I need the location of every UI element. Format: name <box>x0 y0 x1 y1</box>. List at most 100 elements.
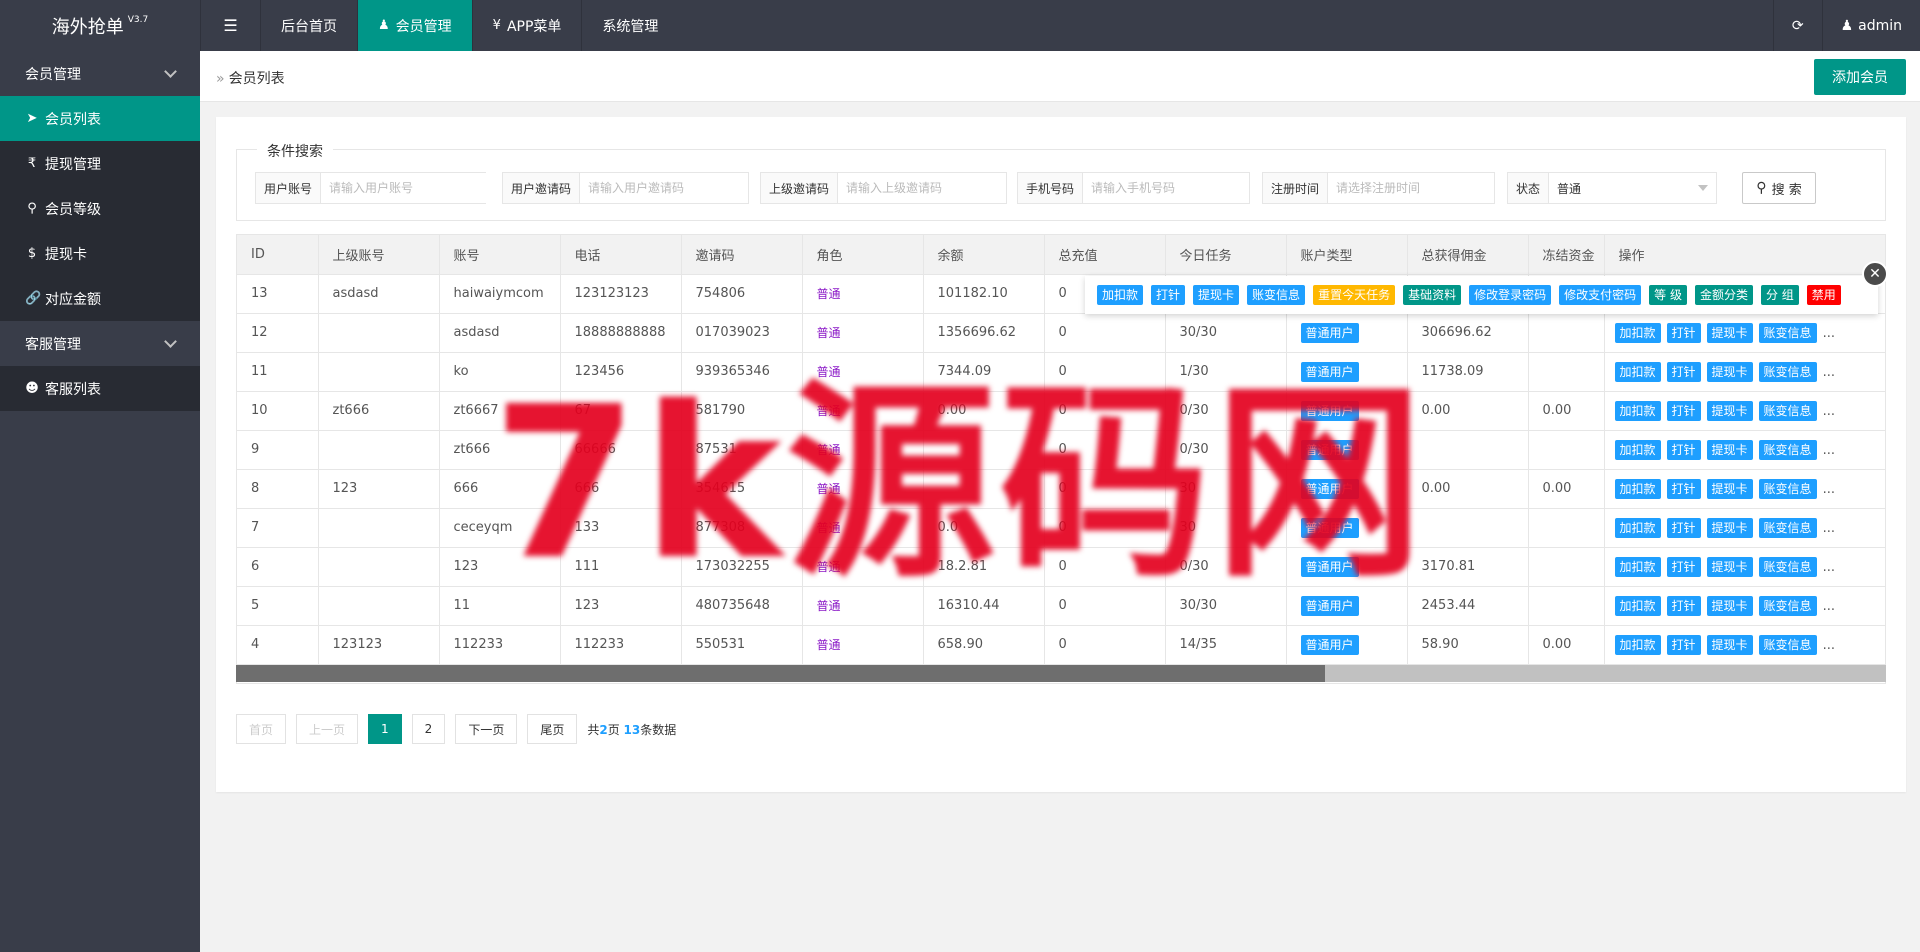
row-action-button[interactable]: 加扣款 <box>1614 400 1661 421</box>
popup-action-button[interactable]: 修改支付密码 <box>1559 285 1642 305</box>
sidebar-item-service-list[interactable]: ☻ 客服列表 <box>0 366 200 411</box>
more-actions-button[interactable]: ... <box>1823 599 1835 614</box>
row-action-button[interactable]: 提现卡 <box>1706 556 1753 577</box>
pager-last[interactable]: 尾页 <box>527 714 578 744</box>
invite-code-input[interactable] <box>580 173 748 203</box>
popup-action-button[interactable]: 修改登录密码 <box>1469 285 1552 305</box>
pager-page-2[interactable]: 2 <box>411 714 446 744</box>
row-action-button[interactable]: 加扣款 <box>1614 439 1661 460</box>
pager-first[interactable]: 首页 <box>236 714 287 744</box>
more-actions-button[interactable]: ... <box>1823 521 1835 536</box>
more-actions-button[interactable]: ... <box>1823 443 1835 458</box>
add-member-button[interactable]: 添加会员 <box>1814 59 1906 95</box>
table-cell: 普通 <box>802 430 924 470</box>
row-action-button[interactable]: 提现卡 <box>1706 634 1753 655</box>
row-action-button[interactable]: 提现卡 <box>1706 361 1753 382</box>
parent-invite-code-input[interactable] <box>838 173 1006 203</box>
sidebar-group-service[interactable]: 客服管理 <box>0 321 200 366</box>
popup-action-button[interactable]: 金额分类 <box>1694 285 1753 305</box>
popup-action-button[interactable]: 等 级 <box>1649 285 1687 305</box>
nav-item-system[interactable]: 系统管理 <box>581 0 678 51</box>
row-action-button[interactable]: 账变信息 <box>1758 361 1817 382</box>
register-time-input[interactable] <box>1328 173 1495 203</box>
table-cell: 9 <box>237 430 319 470</box>
row-action-button[interactable]: 加扣款 <box>1614 595 1661 616</box>
sidebar-item-withdraw[interactable]: ₹ 提现管理 <box>0 141 200 186</box>
row-action-button[interactable]: 加扣款 <box>1614 322 1661 343</box>
menu-toggle-icon[interactable]: ☰ <box>200 0 260 51</box>
user-menu[interactable]: ♟ admin <box>1821 0 1920 51</box>
row-action-button[interactable]: 提现卡 <box>1706 595 1753 616</box>
pager-next[interactable]: 下一页 <box>455 714 518 744</box>
row-action-button[interactable]: 加扣款 <box>1614 361 1661 382</box>
nav-item-app-menu[interactable]: ¥ APP菜单 <box>471 0 582 51</box>
table-cell: haiwaiymcom <box>439 274 561 314</box>
popup-action-button[interactable]: 基础资料 <box>1403 285 1462 305</box>
sidebar-group-members[interactable]: 会员管理 <box>0 51 200 96</box>
account-type-badge: 普通用户 <box>1300 400 1359 421</box>
nav-item-home[interactable]: 后台首页 <box>260 0 357 51</box>
popup-action-button[interactable]: 分 组 <box>1760 285 1799 305</box>
row-action-button[interactable]: 账变信息 <box>1758 322 1817 343</box>
column-header: 上级账号 <box>318 235 440 275</box>
row-action-button[interactable]: 提现卡 <box>1706 517 1753 538</box>
row-action-button[interactable]: 账变信息 <box>1758 478 1817 499</box>
horizontal-scrollbar[interactable] <box>236 665 1886 682</box>
sidebar-item-member-list[interactable]: ➤ 会员列表 <box>0 96 200 141</box>
row-action-button[interactable]: 打针 <box>1666 478 1701 499</box>
table-cell: 123 <box>318 469 440 509</box>
sidebar-item-amount[interactable]: 🔗 对应金额 <box>0 276 200 321</box>
more-actions-button[interactable]: ... <box>1823 404 1835 419</box>
row-action-button[interactable]: 打针 <box>1666 634 1701 655</box>
popup-action-button[interactable]: 账变信息 <box>1247 285 1306 305</box>
sidebar-item-withdraw-card[interactable]: $ 提现卡 <box>0 231 200 276</box>
row-action-button[interactable]: 提现卡 <box>1706 439 1753 460</box>
row-action-button[interactable]: 账变信息 <box>1758 595 1817 616</box>
row-action-button[interactable]: 打针 <box>1666 517 1701 538</box>
table-cell: zt666 <box>439 430 561 470</box>
pager-page-1[interactable]: 1 <box>368 714 402 744</box>
search-button[interactable]: ⚲ 搜 索 <box>1742 172 1816 204</box>
row-action-button[interactable]: 账变信息 <box>1758 517 1817 538</box>
sidebar-item-member-level[interactable]: ⚲ 会员等级 <box>0 186 200 231</box>
row-action-button[interactable]: 账变信息 <box>1758 556 1817 577</box>
column-header: 总充值 <box>1044 235 1166 275</box>
more-actions-button[interactable]: ... <box>1823 326 1835 341</box>
more-actions-button[interactable]: ... <box>1823 638 1835 653</box>
row-action-button[interactable]: 账变信息 <box>1758 634 1817 655</box>
more-actions-button[interactable]: ... <box>1823 365 1835 380</box>
row-action-button[interactable]: 提现卡 <box>1706 400 1753 421</box>
scrollbar-thumb[interactable] <box>236 665 1325 682</box>
close-icon[interactable]: ✕ <box>1862 261 1888 287</box>
popup-action-button[interactable]: 打针 <box>1151 285 1186 305</box>
table-cell: 0/30 <box>1165 547 1287 587</box>
nav-item-members[interactable]: ♟ 会员管理 <box>357 0 472 51</box>
more-actions-button[interactable]: ... <box>1823 482 1835 497</box>
row-action-button[interactable]: 加扣款 <box>1614 517 1661 538</box>
popup-action-button[interactable]: 重置今天任务 <box>1313 285 1396 305</box>
phone-input[interactable] <box>1083 173 1250 203</box>
row-action-button[interactable]: 加扣款 <box>1614 478 1661 499</box>
popup-action-button[interactable]: 加扣款 <box>1097 285 1144 305</box>
refresh-icon[interactable]: ⟳ <box>1772 0 1822 51</box>
row-action-button[interactable]: 提现卡 <box>1706 322 1753 343</box>
more-actions-button[interactable]: ... <box>1823 560 1835 575</box>
row-action-button[interactable]: 打针 <box>1666 595 1701 616</box>
row-action-button[interactable]: 账变信息 <box>1758 439 1817 460</box>
row-action-button[interactable]: 打针 <box>1666 439 1701 460</box>
row-action-button[interactable]: 打针 <box>1666 400 1701 421</box>
table-cell <box>318 313 440 353</box>
row-action-button[interactable]: 加扣款 <box>1614 634 1661 655</box>
user-account-input[interactable] <box>321 173 488 203</box>
row-action-button[interactable]: 账变信息 <box>1758 400 1817 421</box>
row-action-button[interactable]: 打针 <box>1666 322 1701 343</box>
table-cell: ko <box>439 352 561 392</box>
row-action-button[interactable]: 提现卡 <box>1706 478 1753 499</box>
row-action-button[interactable]: 打针 <box>1666 361 1701 382</box>
popup-action-button[interactable]: 禁用 <box>1806 285 1841 305</box>
pager-prev[interactable]: 上一页 <box>296 714 359 744</box>
status-select[interactable]: 普通 <box>1549 173 1716 203</box>
popup-action-button[interactable]: 提现卡 <box>1193 285 1240 305</box>
row-action-button[interactable]: 加扣款 <box>1614 556 1661 577</box>
row-action-button[interactable]: 打针 <box>1666 556 1701 577</box>
